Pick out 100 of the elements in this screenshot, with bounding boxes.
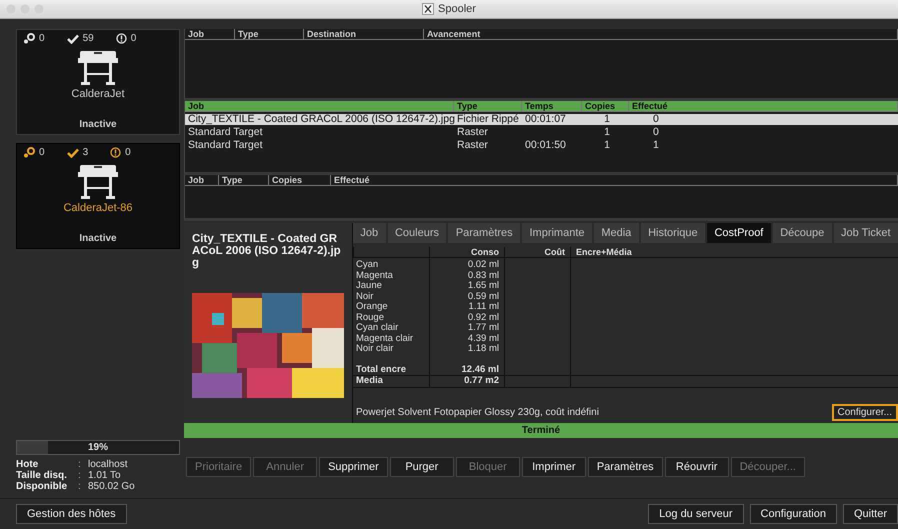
action-button[interactable]: Réouvrir: [664, 457, 729, 477]
ink-name: Magenta clair: [355, 334, 414, 344]
info-label: Disponible: [16, 481, 68, 492]
printer-name: CalderaJet-86: [63, 202, 133, 214]
window-controls-icon[interactable]: [6, 4, 46, 14]
ink-name: Noir clair: [355, 344, 394, 354]
column-header[interactable]: Temps: [522, 101, 582, 111]
info-label: Taille disq.: [16, 470, 68, 481]
table-cell-text: Standard Target: [187, 127, 264, 138]
check-icon: [66, 148, 79, 158]
alert-icon: [110, 147, 122, 158]
ink-amount: 1.11 ml: [468, 302, 500, 312]
table-cell-text: 0: [652, 114, 660, 125]
gears-icon: [23, 147, 35, 158]
media-amount: 0.77 m2: [429, 375, 504, 388]
info-separator: :: [78, 481, 82, 492]
info-value: 1.01 To: [88, 470, 122, 481]
printer-status: Inactive: [79, 119, 117, 130]
tab[interactable]: Paramètres: [448, 223, 520, 243]
tab[interactable]: Découpe: [772, 223, 832, 243]
column-header[interactable]: Copies: [582, 101, 629, 111]
ink-name: Orange: [355, 302, 389, 312]
column-header[interactable]: Job: [185, 29, 235, 39]
table-cell-text: 1: [603, 114, 611, 125]
tab[interactable]: Media: [594, 223, 639, 243]
table-cell-text: Standard Target: [187, 140, 264, 151]
ink-amount: 0.83 ml: [466, 270, 500, 281]
column-header[interactable]: Type: [454, 101, 522, 111]
tab[interactable]: Job: [353, 223, 386, 243]
total-amount: 12.46 ml: [460, 364, 500, 375]
column-header: Conso: [429, 247, 504, 258]
alert-icon: [116, 33, 127, 44]
info-separator: :: [78, 470, 82, 481]
ink-name: Cyan clair: [355, 323, 400, 334]
ink-name: Rouge: [355, 312, 385, 323]
configure-button[interactable]: Configurer...: [832, 404, 898, 421]
count-label: 0: [130, 33, 136, 44]
printer-status: Inactive: [79, 233, 117, 244]
job-row[interactable]: City_TEXTILE - Coated GRACoL 2006 (ISO 12647-2).jpg Fichier Rippé 00:01:07 1 0: [185, 114, 898, 125]
total-label: Total encre: [355, 364, 407, 375]
tab[interactable]: CostProof: [707, 223, 771, 243]
tab[interactable]: Historique: [640, 223, 706, 243]
info-separator: :: [78, 459, 82, 470]
tab[interactable]: Job Ticket: [834, 223, 898, 243]
table-cell-text: City_TEXTILE - Coated GRACoL 2006 (ISO 12647-2).jpg: [187, 114, 454, 125]
ink-amount: 1.18 ml: [466, 344, 500, 354]
column-header[interactable]: Type: [219, 175, 269, 185]
action-button[interactable]: Supprimer: [319, 457, 388, 477]
media-label: Media: [353, 375, 429, 388]
column-header: Coût: [504, 247, 570, 258]
column-header[interactable]: Job: [185, 101, 454, 111]
ink-name: Magenta: [355, 270, 394, 281]
check-icon: [66, 34, 79, 44]
count-label: 0: [39, 147, 45, 158]
window-title: Spooler: [438, 3, 476, 15]
table-cell-text: 1: [652, 140, 660, 151]
info-value: 850.02 Go: [88, 481, 136, 492]
x-logo-icon: [422, 3, 434, 15]
ink-name: Cyan: [355, 260, 380, 270]
column-header[interactable]: Copies: [269, 175, 331, 185]
ink-amount: 0.02 ml: [466, 260, 500, 270]
ink-amount: 4.39 ml: [466, 334, 500, 344]
ink-name: Noir: [355, 292, 374, 302]
ink-amount: 1.77 ml: [466, 323, 500, 334]
column-header[interactable]: Job: [185, 175, 219, 185]
ink-name: Jaune: [355, 281, 383, 292]
action-button[interactable]: Paramètres: [588, 457, 663, 477]
tab[interactable]: Couleurs: [388, 223, 446, 243]
info-value: localhost: [88, 459, 128, 470]
disk-usage-label: 19%: [88, 442, 108, 453]
status-text: Terminé: [522, 425, 560, 436]
footer-button[interactable]: Configuration: [750, 504, 837, 524]
table-cell-text: 1: [603, 140, 611, 151]
column-header[interactable]: Effectué: [331, 175, 898, 185]
job-row[interactable]: Standard Target Raster 00:01:50 1 1: [185, 140, 898, 151]
job-row[interactable]: Standard Target Raster 1 0: [185, 127, 898, 138]
footer-button[interactable]: Log du serveur: [648, 504, 744, 524]
column-header[interactable]: Avancement: [424, 29, 898, 39]
table-cell-text: 00:01:50: [524, 140, 567, 151]
action-button[interactable]: Imprimer: [522, 457, 586, 477]
count-label: 59: [82, 33, 94, 44]
printer-name: CalderaJet: [71, 88, 125, 100]
count-label: 0: [125, 147, 131, 158]
table-cell-text: Raster: [456, 127, 489, 138]
tab[interactable]: Imprimante: [522, 223, 592, 243]
printer-card[interactable]: 0 3 0 CalderaJet-86 Inactive: [16, 143, 180, 249]
table-cell-text: 1: [603, 127, 611, 138]
table-cell-text: 00:01:07: [524, 114, 567, 125]
info-label: Hote: [16, 459, 40, 470]
column-header[interactable]: Effectué: [629, 101, 898, 111]
column-header[interactable]: Type: [235, 29, 304, 39]
table-cell-text: 0: [652, 127, 660, 138]
media-note: Powerjet Solvent Fotopapier Glossy 230g, coût indéfini: [356, 407, 599, 418]
gears-icon: [23, 33, 35, 44]
column-header[interactable]: Destination: [304, 29, 424, 39]
printer-card[interactable]: 0 59 0 CalderaJet Inactive: [16, 29, 180, 135]
ink-amount: 0.59 ml: [466, 292, 500, 302]
action-button[interactable]: Purger: [390, 457, 454, 477]
footer-button[interactable]: Quitter: [842, 504, 898, 524]
hosts-button[interactable]: Gestion des hôtes: [16, 504, 127, 524]
